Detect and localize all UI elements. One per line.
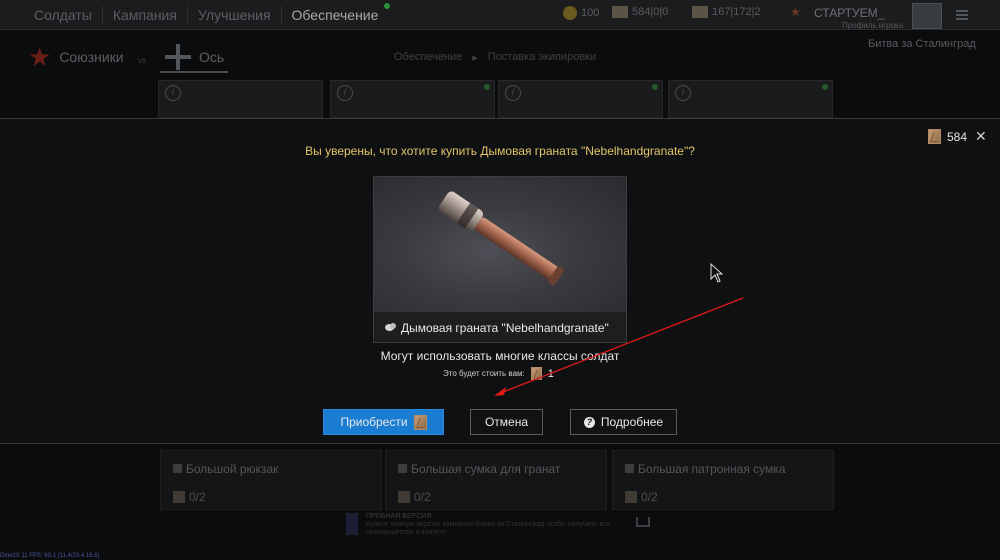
cart-icon[interactable] [636, 517, 650, 527]
demo-banner[interactable]: ПРОБНАЯ ВЕРСИЯ Купите полную версию камп… [346, 511, 756, 541]
equipment-tile[interactable]: i [498, 80, 663, 118]
equipment-tile[interactable]: i [668, 80, 833, 118]
slot-count: 0/2 [414, 490, 431, 504]
equipment-tile[interactable]: i [158, 80, 323, 118]
equipment-slot[interactable]: Большой рюкзак 0/2 [160, 450, 382, 510]
bag-icon [398, 464, 407, 473]
cost-line: Это будет стоить вам: 1 [443, 367, 554, 380]
buy-button[interactable]: Приобрести [323, 409, 444, 435]
dialog-balance: 584 [928, 129, 967, 144]
grenade-handle [474, 217, 562, 283]
faction-allies-label: Союзники [59, 49, 124, 65]
cards-a-value: 584|0|0 [632, 6, 669, 18]
fps-counter: DirectX 11 FPS: 60.1 (11.4/23.4 16.6) [0, 553, 100, 559]
breadcrumb-item: Поставка экипировки [487, 51, 597, 63]
demo-text: Купите полную версию кампании Битва за С… [366, 521, 611, 536]
nav-upgrades[interactable]: Улучшения [188, 6, 282, 24]
nav-supply-label: Обеспечение [291, 7, 379, 23]
faction-axis-label: Ось [199, 49, 225, 65]
bag-icon [625, 464, 634, 473]
slot-count: 0/2 [641, 490, 658, 504]
status-dot [822, 84, 828, 90]
nav-soldiers[interactable]: Солдаты [30, 6, 103, 24]
cards-icon [692, 6, 708, 18]
slot-name-wrap: Большой рюкзак [173, 462, 278, 476]
item-name: Дымовая граната "Nebelhandgranate" [401, 321, 609, 335]
buy-button-label: Приобрести [340, 415, 408, 429]
question-icon: ? [583, 416, 595, 428]
nav-supply[interactable]: Обеспечение [282, 3, 391, 24]
nav-campaign[interactable]: Кампания [103, 6, 188, 24]
card-icon [398, 491, 410, 503]
player-name[interactable]: СТАРТУЕМ_ [814, 6, 884, 20]
status-dot [652, 84, 658, 90]
usable-by-text: Могут использовать многие классы солдат [380, 349, 620, 363]
breadcrumb: Обеспечение ▸ Поставка экипировки [394, 51, 596, 64]
menu-icon[interactable] [956, 10, 968, 20]
details-button[interactable]: ? Подробнее [570, 409, 677, 435]
silver-value: 100 [581, 7, 600, 19]
breadcrumb-item[interactable]: Обеспечение [394, 51, 462, 64]
cost-label: Это будет стоить вам: [443, 369, 525, 378]
cards-counter-a: 584|0|0 [612, 6, 668, 18]
bag-icon [173, 464, 182, 473]
faction-selected-underline [160, 71, 228, 73]
equipment-tile[interactable]: i [330, 80, 495, 118]
slot-count-wrap: 0/2 [625, 490, 658, 504]
slot-name-wrap: Большая патронная сумка [625, 462, 786, 476]
slot-name: Большой рюкзак [186, 462, 279, 476]
slot-count-wrap: 0/2 [398, 490, 431, 504]
slot-name: Большая сумка для гранат [411, 462, 561, 476]
profile-link[interactable]: Профиль игрока [842, 21, 903, 30]
cards-icon [612, 6, 628, 18]
cancel-button[interactable]: Отмена [470, 409, 543, 435]
coin-icon [563, 6, 577, 20]
versus-label: vs [138, 56, 146, 65]
faction-allies[interactable]: ★ Союзники [28, 44, 124, 70]
info-icon[interactable]: i [165, 85, 181, 101]
slot-name: Большая патронная сумка [638, 462, 786, 476]
cards-counter-b: 167|172|2 [692, 6, 761, 18]
dialog-balance-value: 584 [947, 129, 968, 144]
battle-title: Битва за Сталинград [868, 38, 976, 50]
demo-badge [346, 513, 358, 535]
item-card: Дымовая граната "Nebelhandgranate" [373, 176, 627, 343]
equipment-slot[interactable]: Большая сумка для гранат 0/2 [385, 450, 607, 510]
card-icon [625, 491, 637, 503]
main-nav: Солдаты Кампания Улучшения Обеспечение [30, 3, 391, 24]
silver-counter: 100 [563, 6, 599, 20]
cards-b-value: 167|172|2 [712, 6, 761, 18]
notification-dot [384, 3, 391, 9]
item-image [374, 177, 626, 312]
demo-title: ПРОБНАЯ ВЕРСИЯ [366, 513, 432, 520]
faction-axis[interactable]: Ось [165, 44, 224, 70]
cancel-button-label: Отмена [484, 415, 529, 429]
info-icon[interactable]: i [337, 85, 353, 101]
soviet-star-icon: ★ [28, 42, 52, 72]
rank-star-icon: ★ [790, 5, 801, 19]
chevron-right-icon: ▸ [472, 52, 478, 64]
slot-count: 0/2 [189, 490, 206, 504]
slot-count-wrap: 0/2 [173, 490, 206, 504]
status-dot [484, 84, 490, 90]
supply-card-icon [530, 367, 542, 380]
grenade-illustration [438, 191, 564, 285]
close-icon[interactable]: ✕ [975, 129, 987, 143]
iron-cross-icon [165, 44, 191, 70]
supply-card-icon [928, 129, 941, 144]
supply-card-icon [413, 414, 427, 430]
equipment-slot[interactable]: Большая патронная сумка 0/2 [612, 450, 834, 510]
info-icon[interactable]: i [675, 85, 691, 101]
avatar[interactable] [912, 3, 942, 29]
item-caption: Дымовая граната "Nebelhandgranate" [374, 312, 626, 342]
top-bar: Солдаты Кампания Улучшения Обеспечение 1… [0, 0, 1000, 30]
card-icon [173, 491, 185, 503]
details-button-label: Подробнее [600, 415, 664, 429]
confirm-question: Вы уверены, что хотите купить Дымовая гр… [305, 144, 695, 158]
cost-value: 1 [547, 367, 554, 380]
info-icon[interactable]: i [505, 85, 521, 101]
smoke-icon [385, 323, 396, 333]
slot-name-wrap: Большая сумка для гранат [398, 462, 560, 476]
